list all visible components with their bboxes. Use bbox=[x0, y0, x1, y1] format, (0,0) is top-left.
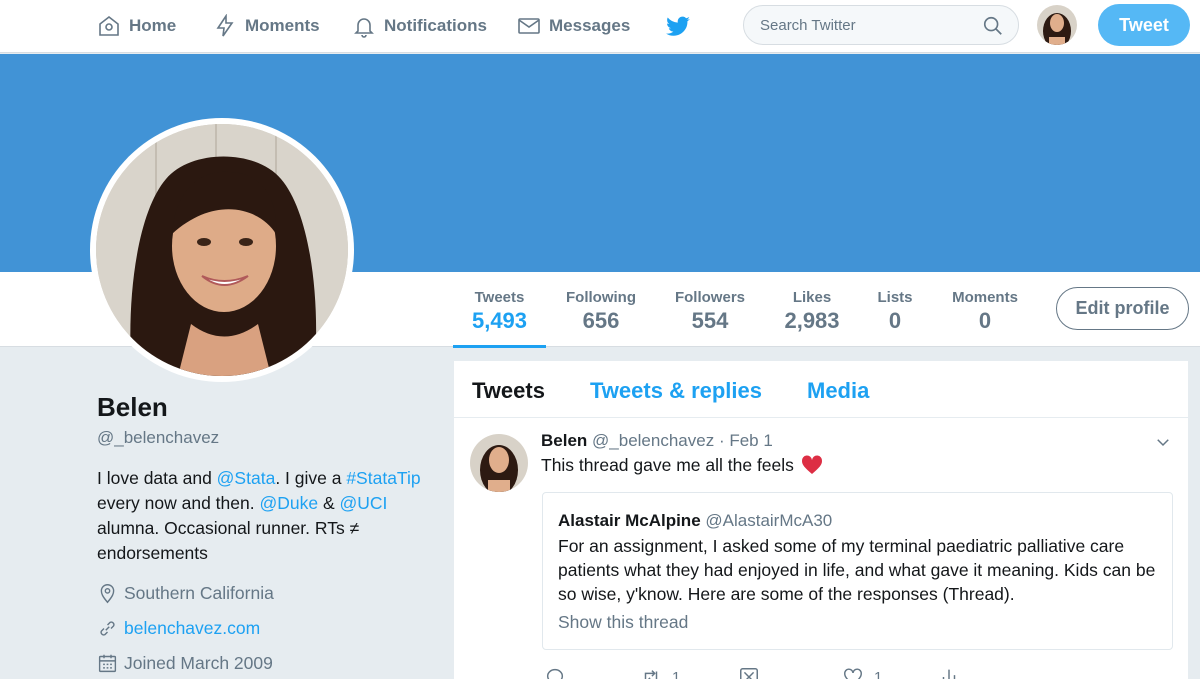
stat-label: Following bbox=[566, 289, 636, 306]
quoted-tweet[interactable]: Alastair McAlpine @AlastairMcA30 For an … bbox=[542, 492, 1173, 650]
bell-icon bbox=[354, 18, 374, 38]
timeline: Tweets Tweets & replies Media Belen @_be… bbox=[454, 361, 1188, 679]
nav-messages-label: Messages bbox=[549, 16, 631, 35]
location-pin-icon bbox=[100, 584, 115, 604]
red-heart-icon bbox=[801, 455, 822, 474]
tab-tweets[interactable]: Tweets bbox=[472, 378, 545, 404]
tweet-date[interactable]: Feb 1 bbox=[729, 431, 772, 450]
quoted-tweet-header: Alastair McAlpine @AlastairMcA30 bbox=[558, 511, 832, 531]
nav-messages[interactable]: Messages bbox=[517, 0, 630, 52]
profile-handle: @_belenchavez bbox=[97, 428, 220, 447]
search-input[interactable] bbox=[760, 16, 970, 34]
message-action[interactable] bbox=[738, 666, 760, 679]
stat-value: 554 bbox=[691, 308, 729, 333]
stat-label: Followers bbox=[674, 289, 745, 306]
nav-home-label: Home bbox=[129, 16, 177, 35]
stat-label: Tweets bbox=[474, 289, 525, 306]
tweet-actions: 1 1 bbox=[542, 666, 1042, 679]
tweet-button[interactable]: Tweet bbox=[1098, 4, 1190, 46]
direct-message-icon bbox=[740, 668, 758, 679]
nav-notifications-label: Notifications bbox=[384, 16, 487, 35]
stat-lists[interactable]: Lists 0 bbox=[866, 272, 924, 347]
analytics-action[interactable] bbox=[938, 666, 960, 679]
bio-text: every now and then. bbox=[97, 493, 260, 513]
twitter-bird-icon[interactable] bbox=[665, 13, 691, 39]
tweet-text: This thread gave me all the feels bbox=[541, 453, 824, 477]
profile-joined: Joined March 2009 bbox=[97, 653, 273, 674]
stat-value: 0 bbox=[978, 308, 992, 333]
retweet-count: 1 bbox=[672, 668, 681, 679]
timeline-tabs: Tweets Tweets & replies Media bbox=[454, 361, 1188, 418]
bio-text: alumna. Occasional runner. RTs ≠ endorse… bbox=[97, 518, 360, 563]
website-link[interactable]: belenchavez.com bbox=[124, 618, 260, 639]
profile-website: belenchavez.com bbox=[97, 618, 260, 639]
stat-value: 656 bbox=[582, 308, 620, 333]
search-icon[interactable] bbox=[982, 15, 1004, 37]
stat-moments[interactable]: Moments 0 bbox=[940, 272, 1030, 347]
stat-value: 0 bbox=[888, 308, 902, 333]
like-count: 1 bbox=[874, 668, 883, 679]
bio-text: . I give a bbox=[275, 468, 347, 488]
like-action[interactable]: 1 bbox=[842, 666, 882, 679]
location-text: Southern California bbox=[124, 583, 274, 603]
stat-label: Lists bbox=[877, 289, 913, 306]
tweet-author-name[interactable]: Belen bbox=[541, 431, 587, 450]
show-thread-link[interactable]: Show this thread bbox=[558, 612, 688, 633]
tweet-author-handle[interactable]: @_belenchavez bbox=[592, 431, 714, 450]
search-box[interactable] bbox=[743, 5, 1019, 45]
joined-text: Joined March 2009 bbox=[124, 653, 273, 673]
mention-link[interactable]: @Stata bbox=[217, 468, 276, 488]
tab-tweets-replies[interactable]: Tweets & replies bbox=[590, 378, 762, 404]
nav-notifications[interactable]: Notifications bbox=[352, 0, 487, 52]
stat-likes[interactable]: Likes 2,983 bbox=[772, 272, 852, 347]
stat-label: Likes bbox=[792, 289, 832, 306]
stat-following[interactable]: Following 656 bbox=[556, 272, 646, 347]
stat-tweets[interactable]: Tweets 5,493 bbox=[453, 272, 546, 348]
profile-name: Belen bbox=[97, 392, 168, 422]
lightning-icon bbox=[216, 14, 234, 37]
mention-link[interactable]: @UCI bbox=[340, 493, 388, 513]
retweet-icon bbox=[644, 670, 658, 679]
edit-profile-button[interactable]: Edit profile bbox=[1056, 287, 1189, 330]
analytics-icon bbox=[942, 669, 956, 679]
tweet-text-content: This thread gave me all the feels bbox=[541, 454, 794, 475]
hashtag-link[interactable]: #StataTip bbox=[346, 468, 420, 488]
tab-media[interactable]: Media bbox=[807, 378, 869, 404]
nav-home[interactable]: Home bbox=[97, 0, 176, 52]
bio-text: & bbox=[318, 493, 340, 513]
profile-location: Southern California bbox=[97, 583, 274, 604]
home-icon bbox=[99, 15, 119, 36]
bio-text: I love data and bbox=[97, 468, 217, 488]
calendar-icon bbox=[98, 654, 117, 673]
stat-label: Moments bbox=[952, 289, 1018, 306]
quoted-tweet-text: For an assignment, I asked some of my te… bbox=[558, 536, 1156, 604]
link-icon bbox=[100, 621, 115, 636]
profile-bio: I love data and @Stata. I give a #StataT… bbox=[97, 466, 437, 566]
tweet-avatar[interactable] bbox=[470, 434, 528, 492]
profile-photo[interactable] bbox=[90, 118, 354, 382]
nav-moments-label: Moments bbox=[245, 16, 320, 35]
stat-value: 5,493 bbox=[471, 308, 528, 333]
reply-icon bbox=[546, 668, 564, 679]
stat-value: 2,983 bbox=[784, 308, 840, 333]
chevron-down-icon[interactable] bbox=[1154, 433, 1172, 451]
quoted-author-name: Alastair McAlpine bbox=[558, 511, 701, 530]
tweet-header: Belen @_belenchavez · Feb 1 bbox=[541, 431, 773, 451]
mention-link[interactable]: @Duke bbox=[259, 493, 318, 513]
nav-moments[interactable]: Moments bbox=[213, 0, 320, 52]
profile-photo-image bbox=[96, 124, 348, 376]
top-navigation: Home Moments Notifications Messages Twee… bbox=[0, 0, 1200, 53]
quoted-author-handle: @AlastairMcA30 bbox=[705, 511, 833, 530]
retweet-action[interactable]: 1 bbox=[640, 666, 680, 679]
user-avatar[interactable] bbox=[1037, 5, 1077, 45]
tweet-separator: · bbox=[718, 431, 725, 450]
stat-followers[interactable]: Followers 554 bbox=[665, 272, 755, 347]
heart-icon bbox=[844, 668, 862, 679]
envelope-icon bbox=[518, 18, 540, 34]
reply-action[interactable] bbox=[544, 666, 566, 679]
